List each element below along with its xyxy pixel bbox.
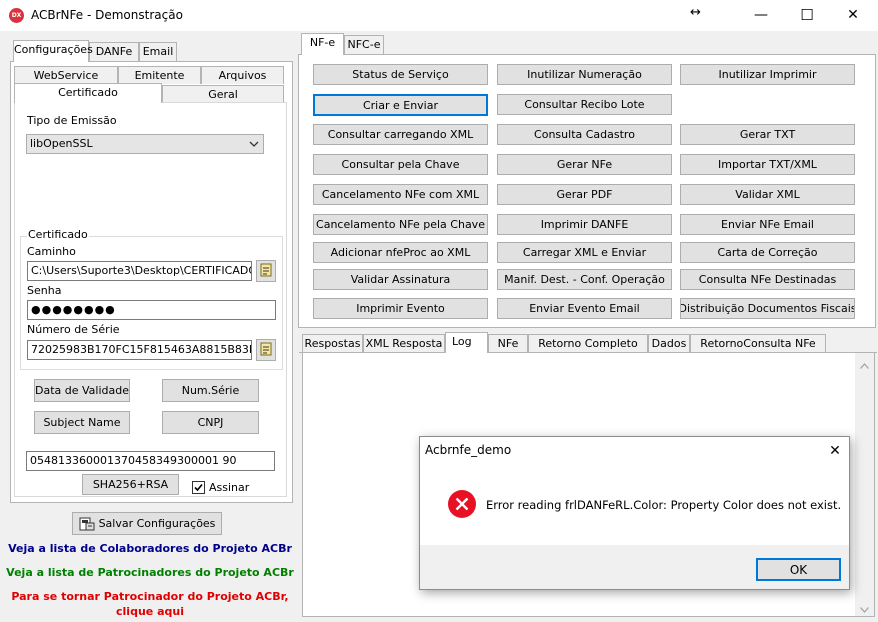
tab-nfe[interactable]: NFe xyxy=(488,334,528,353)
sha256-rsa-button[interactable]: SHA256+RSA xyxy=(82,474,179,495)
data-validade-button[interactable]: Data de Validade xyxy=(34,379,130,402)
gerar-nfe-button[interactable]: Gerar NFe xyxy=(497,154,672,175)
save-config-icon xyxy=(79,517,95,531)
inutilizar-imprimir-button[interactable]: Inutilizar Imprimir xyxy=(680,64,855,85)
cancelamento-nfe-com-xml-button[interactable]: Cancelamento NFe com XML xyxy=(313,184,488,205)
enviar-nfe-email-button[interactable]: Enviar NFe Email xyxy=(680,214,855,235)
tab-retorno-completo-ws[interactable]: Retorno Completo WS xyxy=(528,334,648,368)
carta-de-correcao-button[interactable]: Carta de Correção xyxy=(680,242,855,263)
window-title: ACBrNFe - Demonstração xyxy=(31,8,183,22)
app-icon: DX xyxy=(9,8,24,23)
error-icon xyxy=(447,489,477,522)
subtab-geral[interactable]: Geral xyxy=(162,85,284,103)
consulta-nfe-destinadas-button[interactable]: Consulta NFe Destinadas xyxy=(680,269,855,290)
gerar-txt-button[interactable]: Gerar TXT xyxy=(680,124,855,145)
senha-input[interactable]: ●●●●●●●● xyxy=(27,300,276,320)
subject-name-button[interactable]: Subject Name xyxy=(34,411,130,434)
distribuicao-documentos-fiscais-button[interactable]: Distribuição Documentos Fiscais xyxy=(680,298,855,319)
consultar-recibo-lote-button[interactable]: Consultar Recibo Lote xyxy=(497,94,672,115)
log-scrollbar[interactable] xyxy=(855,353,874,616)
tab-email[interactable]: Email xyxy=(139,42,177,62)
subtab-webservice[interactable]: WebService xyxy=(14,66,118,84)
serie-label: Número de Série xyxy=(27,323,120,336)
criar-e-enviar-button[interactable]: Criar e Enviar xyxy=(313,94,488,116)
validar-xml-button[interactable]: Validar XML xyxy=(680,184,855,205)
assinar-label: Assinar xyxy=(209,481,250,494)
tab-nfe[interactable]: NF-e xyxy=(301,33,344,55)
link-tornar-patrocinador[interactable]: Para se tornar Patrocinador do Projeto A… xyxy=(0,590,300,603)
tab-configuracoes[interactable]: Configurações xyxy=(13,40,93,62)
error-dialog: Acbrnfe_demo ✕ Error reading frlDANFeRL.… xyxy=(419,436,850,590)
link-colaboradores[interactable]: Veja a lista de Colaboradores do Projeto… xyxy=(0,542,300,555)
importar-txt-xml-button[interactable]: Importar TXT/XML xyxy=(680,154,855,175)
status-de-servico-button[interactable]: Status de Serviço xyxy=(313,64,488,85)
link-clique-aqui[interactable]: clique aqui xyxy=(0,605,300,618)
tipo-emissao-value: libOpenSSL xyxy=(30,137,93,150)
link-patrocinadores[interactable]: Veja a lista de Patrocinadores do Projet… xyxy=(0,566,300,579)
senha-label: Senha xyxy=(27,284,62,297)
enviar-evento-email-button[interactable]: Enviar Evento Email xyxy=(497,298,672,319)
adicionar-nfeproc-ao-xml-button[interactable]: Adicionar nfeProc ao XML xyxy=(313,242,488,263)
close-button[interactable]: ✕ xyxy=(830,0,876,31)
subtab-arquivos[interactable]: Arquivos xyxy=(201,66,284,84)
dialog-message: Error reading frlDANFeRL.Color: Property… xyxy=(486,498,842,512)
subtab-certificado[interactable]: Certificado xyxy=(14,83,162,103)
gerar-pdf-button[interactable]: Gerar PDF xyxy=(497,184,672,205)
dialog-close-button[interactable]: ✕ xyxy=(820,437,850,465)
imprimir-danfe-button[interactable]: Imprimir DANFE xyxy=(497,214,672,235)
consultar-pela-chave-button[interactable]: Consultar pela Chave xyxy=(313,154,488,175)
tab-xml-resposta[interactable]: XML Resposta xyxy=(363,334,445,353)
num-serie-button[interactable]: Num.Série xyxy=(162,379,259,402)
minimize-button[interactable]: — xyxy=(738,0,784,31)
document-icon xyxy=(260,342,272,359)
imprimir-evento-button[interactable]: Imprimir Evento xyxy=(313,298,488,319)
scroll-up-icon[interactable] xyxy=(860,359,869,372)
tab-log[interactable]: Log xyxy=(445,332,488,353)
scroll-down-icon[interactable] xyxy=(860,603,869,616)
document-icon xyxy=(260,263,272,280)
browse-caminho-button[interactable] xyxy=(256,260,276,282)
tab-respostas[interactable]: Respostas xyxy=(302,334,363,353)
cancelamento-nfe-pela-chave-button[interactable]: Cancelamento NFe pela Chave xyxy=(313,214,488,235)
certificado-group-label: Certificado xyxy=(27,228,89,241)
maximize-button[interactable]: ☐ xyxy=(784,0,830,31)
ok-button[interactable]: OK xyxy=(756,558,841,581)
chevron-down-icon xyxy=(249,135,259,153)
salvar-configuracoes-button[interactable]: Salvar Configurações xyxy=(72,512,222,535)
dialog-title: Acbrnfe_demo xyxy=(425,443,512,457)
tipo-emissao-label: Tipo de Emissão xyxy=(27,114,117,127)
inutilizar-numeracao-button[interactable]: Inutilizar Numeração xyxy=(497,64,672,85)
validar-assinatura-button[interactable]: Validar Assinatura xyxy=(313,269,488,290)
consulta-cadastro-button[interactable]: Consulta Cadastro xyxy=(497,124,672,145)
tipo-emissao-select[interactable]: libOpenSSL xyxy=(26,134,264,154)
browse-serie-button[interactable] xyxy=(256,339,276,361)
hash-input[interactable]: 054813360001370458349300001 90 xyxy=(26,451,275,471)
serie-input[interactable]: 72025983B170FC15F815463A8815B83B xyxy=(27,340,252,360)
caminho-label: Caminho xyxy=(27,245,76,258)
dialog-footer: OK xyxy=(420,545,849,589)
cnpj-button[interactable]: CNPJ xyxy=(162,411,259,434)
resize-cursor-icon: ↔ xyxy=(690,5,701,20)
manif-dest-conf-operacao-button[interactable]: Manif. Dest. - Conf. Operação xyxy=(497,269,672,290)
assinar-checkbox[interactable] xyxy=(192,481,205,494)
tab-danfe[interactable]: DANFe xyxy=(89,42,139,62)
consultar-carregando-xml-button[interactable]: Consultar carregando XML xyxy=(313,124,488,145)
tab-nfce[interactable]: NFC-e xyxy=(344,35,384,55)
tab-retornoconsulta-nfe-2-01[interactable]: RetornoConsulta NFe 2.01 xyxy=(690,334,826,368)
caminho-input[interactable]: C:\Users\Suporte3\Desktop\CERTIFICADO NO… xyxy=(27,261,252,281)
tab-dados[interactable]: Dados xyxy=(648,334,690,353)
title-bar: DX ACBrNFe - Demonstração ↔ — ☐ ✕ xyxy=(0,0,878,31)
salvar-label: Salvar Configurações xyxy=(98,517,216,530)
subtab-emitente[interactable]: Emitente xyxy=(118,66,201,84)
carregar-xml-e-enviar-button[interactable]: Carregar XML e Enviar xyxy=(497,242,672,263)
